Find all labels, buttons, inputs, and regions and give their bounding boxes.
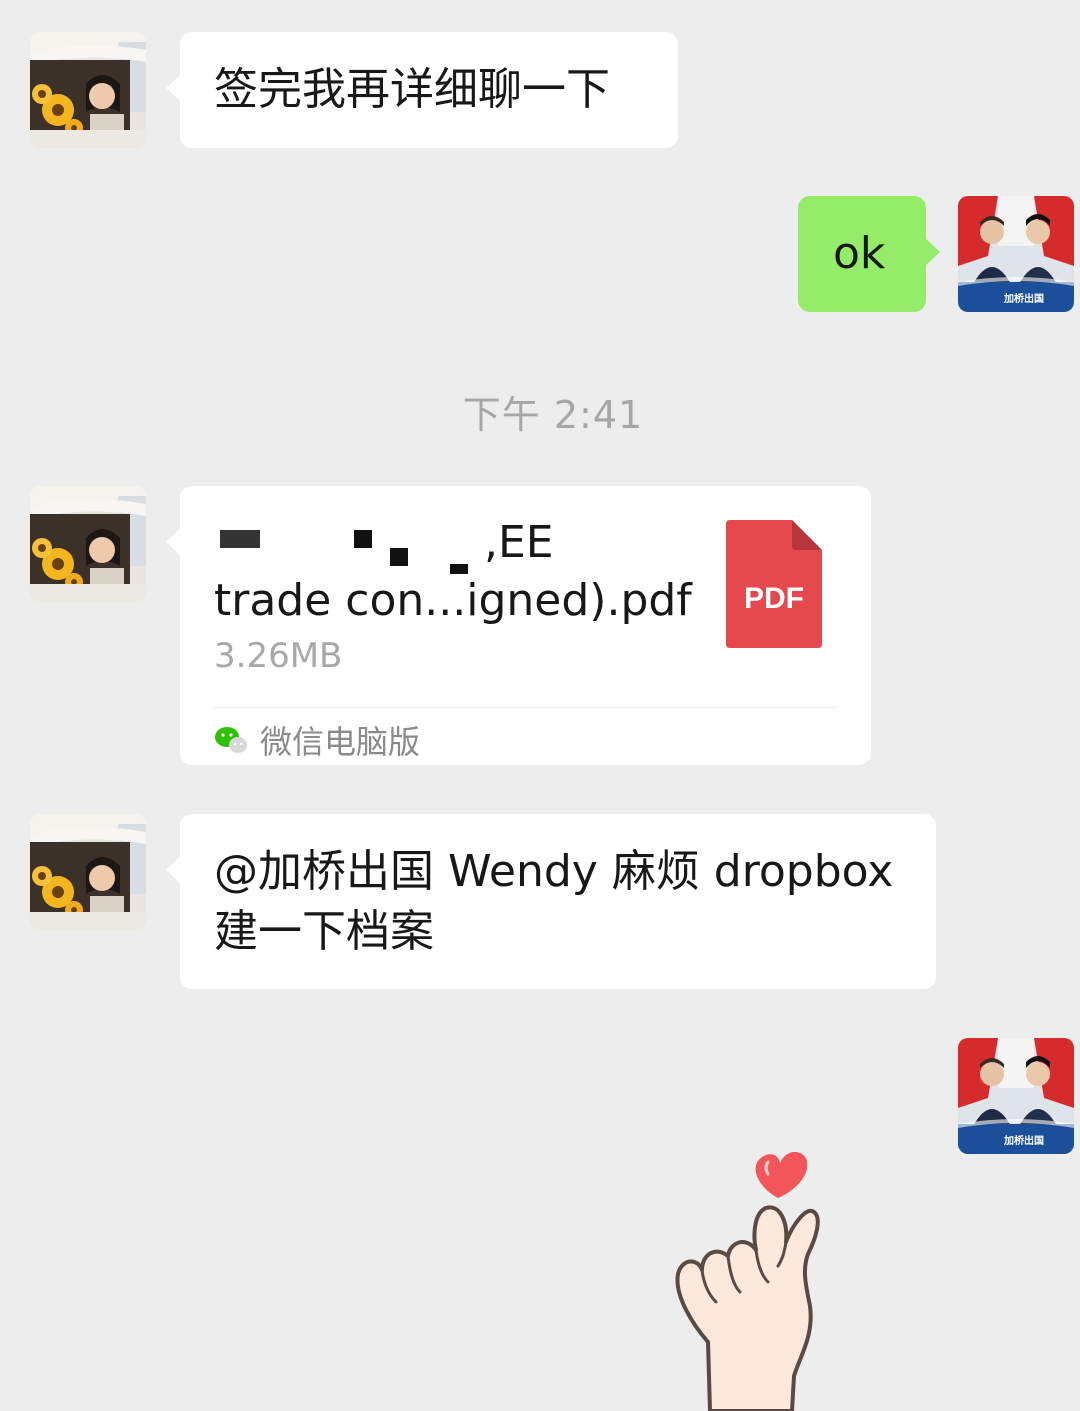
- wechat-icon: [215, 727, 247, 753]
- redaction-mark: [220, 530, 260, 548]
- card-divider: [214, 707, 837, 708]
- message-bubble-contact[interactable]: 签完我再详细聊一下: [166, 32, 678, 148]
- message-text: 签完我再详细聊一下: [214, 64, 610, 115]
- message-text-line1: @加桥出国 Wendy 麻烦 dropbox: [214, 846, 894, 897]
- redaction-mark: [450, 564, 468, 574]
- card-footer: 微信电脑版: [214, 718, 420, 762]
- file-name-line2: trade con...igned).pdf: [214, 575, 692, 626]
- contact-avatar[interactable]: [30, 486, 146, 602]
- message-text: ok: [833, 228, 886, 279]
- pdf-icon-label: PDF: [744, 582, 804, 615]
- message-bubble-contact[interactable]: @加桥出国 Wendy 麻烦 dropbox 建一下档案: [166, 814, 936, 989]
- file-name-tail: ,EE: [484, 517, 554, 568]
- timestamp: 下午 2:41: [462, 393, 644, 437]
- file-size: 3.26MB: [214, 636, 343, 676]
- pdf-file-icon: PDF: [726, 520, 822, 648]
- avatar-caption: 加桥出国: [1004, 294, 1044, 305]
- file-source-label: 微信电脑版: [260, 723, 421, 761]
- message-bubble-self[interactable]: ok: [798, 196, 940, 312]
- finger-heart-sticker[interactable]: [660, 1146, 840, 1411]
- file-name-line1: ,EE: [214, 514, 694, 574]
- file-message-card[interactable]: ,EE trade con...igned).pdf 3.26MB PDF 微信…: [166, 486, 871, 765]
- self-avatar[interactable]: 加桥出国: [958, 196, 1074, 312]
- message-text-line2: 建一下档案: [214, 906, 434, 957]
- file-name: ,EE trade con...igned).pdf: [214, 514, 694, 630]
- heart-hand-icon: [675, 1151, 820, 1411]
- contact-avatar[interactable]: [30, 32, 146, 148]
- redaction-mark: [390, 548, 408, 566]
- avatar-caption: 加桥出国: [1004, 1136, 1044, 1147]
- contact-avatar[interactable]: [30, 814, 146, 930]
- redaction-mark: [354, 530, 372, 548]
- self-avatar[interactable]: 加桥出国: [958, 1038, 1074, 1154]
